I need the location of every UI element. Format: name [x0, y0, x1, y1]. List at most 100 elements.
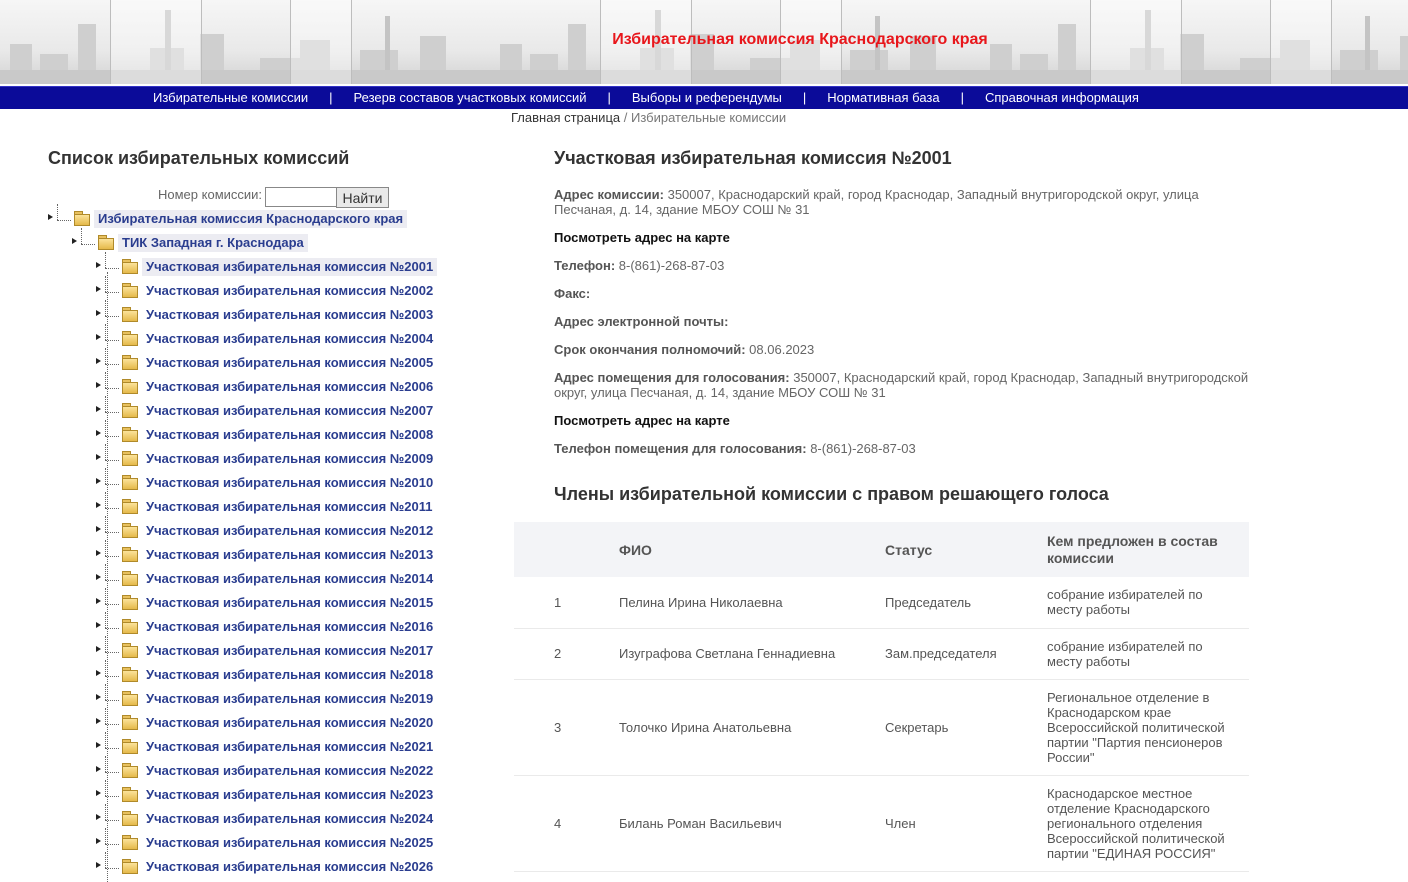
tree-connector	[105, 268, 119, 269]
folder-icon	[122, 667, 138, 682]
tree-item-label[interactable]: Участковая избирательная комиссия №2015	[142, 594, 437, 612]
table-row: 4 Билань Роман Васильевич Член Краснодарско…	[514, 775, 1249, 872]
tree-item-label[interactable]: ТИК Западная г. Краснодара	[118, 234, 308, 252]
expand-arrow-icon[interactable]	[96, 718, 101, 724]
tree-item-label[interactable]: Участковая избирательная комиссия №2004	[142, 330, 437, 348]
tree-item-label[interactable]: Участковая избирательная комиссия №2016	[142, 618, 437, 636]
expand-arrow-icon[interactable]	[96, 430, 101, 436]
expand-arrow-icon[interactable]	[96, 622, 101, 628]
tree-item-label[interactable]: Участковая избирательная комиссия №2026	[142, 858, 437, 876]
tree-item-label[interactable]: Участковая избирательная комиссия №2002	[142, 282, 437, 300]
breadcrumb-separator: /	[620, 110, 631, 125]
expand-arrow-icon[interactable]	[96, 358, 101, 364]
tree-item-label[interactable]: Участковая избирательная комиссия №2017	[142, 642, 437, 660]
tree-connector	[105, 292, 119, 293]
member-name: Изуграфова Светлана Геннадиевна	[619, 628, 885, 680]
tree-item-label[interactable]: Участковая избирательная комиссия №2012	[142, 522, 437, 540]
expand-arrow-icon[interactable]	[96, 862, 101, 868]
expand-arrow-icon[interactable]	[96, 766, 101, 772]
tree-item-label[interactable]: Избирательная комиссия Краснодарского кр…	[94, 210, 408, 228]
expand-arrow-icon[interactable]	[96, 646, 101, 652]
header-number	[514, 522, 619, 577]
expand-arrow-icon[interactable]	[96, 526, 101, 532]
tree-item-label[interactable]: Участковая избирательная комиссия №2008	[142, 426, 437, 444]
expand-arrow-icon[interactable]	[96, 670, 101, 676]
folder-icon	[122, 739, 138, 754]
nav-item[interactable]: Резерв составов участковых комиссий	[354, 90, 587, 105]
tree-connector	[105, 564, 106, 580]
tree-connector	[105, 348, 106, 364]
table-row: 2 Изуграфова Светлана Геннадиевна Зам.пред…	[514, 628, 1249, 680]
expand-arrow-icon[interactable]	[96, 814, 101, 820]
voting-phone-value: 8-(861)-268-87-03	[810, 441, 916, 456]
tree-item-label[interactable]: Участковая избирательная комиссия №2024	[142, 810, 437, 828]
expand-arrow-icon[interactable]	[96, 334, 101, 340]
tree-connector	[105, 772, 119, 773]
tree-connector	[57, 204, 58, 220]
expand-arrow-icon[interactable]	[48, 214, 53, 220]
tree-item-label[interactable]: Участковая избирательная комиссия №2022	[142, 762, 437, 780]
expand-arrow-icon[interactable]	[96, 694, 101, 700]
folder-icon	[122, 811, 138, 826]
commission-address: Адрес комиссии: 350007, Краснодарский кр…	[554, 187, 1254, 217]
breadcrumb-home-link[interactable]: Главная страница	[511, 110, 620, 125]
tree-item-label[interactable]: Участковая избирательная комиссия №2011	[142, 498, 437, 516]
expand-arrow-icon[interactable]	[96, 838, 101, 844]
tree-item-label[interactable]: Участковая избирательная комиссия №2009	[142, 450, 437, 468]
expand-arrow-icon[interactable]	[96, 310, 101, 316]
expand-arrow-icon[interactable]	[96, 454, 101, 460]
tree-item-label[interactable]: Участковая избирательная комиссия №2006	[142, 378, 437, 396]
tree-connector	[105, 588, 106, 604]
tree-connector	[105, 724, 119, 725]
expand-arrow-icon[interactable]	[96, 286, 101, 292]
commission-fax: Факс:	[554, 286, 1254, 301]
voting-phone: Телефон помещения для голосования: 8-(86…	[554, 441, 1254, 456]
tree-item-label[interactable]: Участковая избирательная комиссия №2010	[142, 474, 437, 492]
tree-item-label[interactable]: Участковая избирательная комиссия №2023	[142, 786, 437, 804]
tree-item-label[interactable]: Участковая избирательная комиссия №2025	[142, 834, 437, 852]
nav-item[interactable]: Справочная информация	[985, 90, 1139, 105]
view-address-map-link[interactable]: Посмотреть адрес на карте	[554, 230, 730, 245]
expand-arrow-icon[interactable]	[96, 502, 101, 508]
folder-icon	[122, 619, 138, 634]
view-voting-address-map-link[interactable]: Посмотреть адрес на карте	[554, 413, 730, 428]
tree-connector	[105, 436, 119, 437]
folder-icon	[122, 835, 138, 850]
expand-arrow-icon[interactable]	[72, 238, 77, 244]
tree-item-label[interactable]: Участковая избирательная комиссия №2013	[142, 546, 437, 564]
commission-phone: Телефон: 8-(861)-268-87-03	[554, 258, 1254, 273]
tree-item-label[interactable]: Участковая избирательная комиссия №2001	[142, 258, 438, 276]
tree-item-label[interactable]: Участковая избирательная комиссия №2021	[142, 738, 437, 756]
nav-item[interactable]: Избирательные комиссии	[153, 90, 308, 105]
tree-connector	[105, 556, 119, 557]
expand-arrow-icon[interactable]	[96, 598, 101, 604]
tree-item-label[interactable]: Участковая избирательная комиссия №2007	[142, 402, 437, 420]
find-button[interactable]: Найти	[336, 187, 389, 208]
tree-connector	[105, 420, 106, 436]
expand-arrow-icon[interactable]	[96, 382, 101, 388]
expand-arrow-icon[interactable]	[96, 406, 101, 412]
tree-item-label[interactable]: Участковая избирательная комиссия №2020	[142, 714, 437, 732]
tree-item-label[interactable]: Участковая избирательная комиссия №2014	[142, 570, 437, 588]
member-proposed-by: собрание избирателей по месту работы	[1047, 628, 1249, 680]
folder-icon	[122, 859, 138, 874]
tree-item-label[interactable]: Участковая избирательная комиссия №2005	[142, 354, 437, 372]
tree-item-label[interactable]: Участковая избирательная комиссия №2019	[142, 690, 437, 708]
expand-arrow-icon[interactable]	[96, 790, 101, 796]
commission-number-input[interactable]	[265, 187, 337, 207]
expand-arrow-icon[interactable]	[96, 742, 101, 748]
table-row: 3 Толочко Ирина Анатольевна Секретарь Регио…	[514, 679, 1249, 776]
member-status: Зам.председателя	[885, 628, 1047, 680]
expand-arrow-icon[interactable]	[96, 574, 101, 580]
nav-item[interactable]: Выборы и референдумы	[632, 90, 782, 105]
expand-arrow-icon[interactable]	[96, 262, 101, 268]
commission-title: Участковая избирательная комиссия №2001	[554, 148, 952, 168]
tree-item-label[interactable]: Участковая избирательная комиссия №2003	[142, 306, 437, 324]
expand-arrow-icon[interactable]	[96, 478, 101, 484]
tree-item-label[interactable]: Участковая избирательная комиссия №2018	[142, 666, 437, 684]
nav-item[interactable]: Нормативная база	[827, 90, 939, 105]
member-status: Секретарь	[885, 679, 1047, 776]
expand-arrow-icon[interactable]	[96, 550, 101, 556]
nav-list: Избирательные комиссии | Резерв составов у…	[153, 90, 1139, 105]
members-title: Члены избирательной комиссии с правом ре…	[554, 484, 1109, 504]
